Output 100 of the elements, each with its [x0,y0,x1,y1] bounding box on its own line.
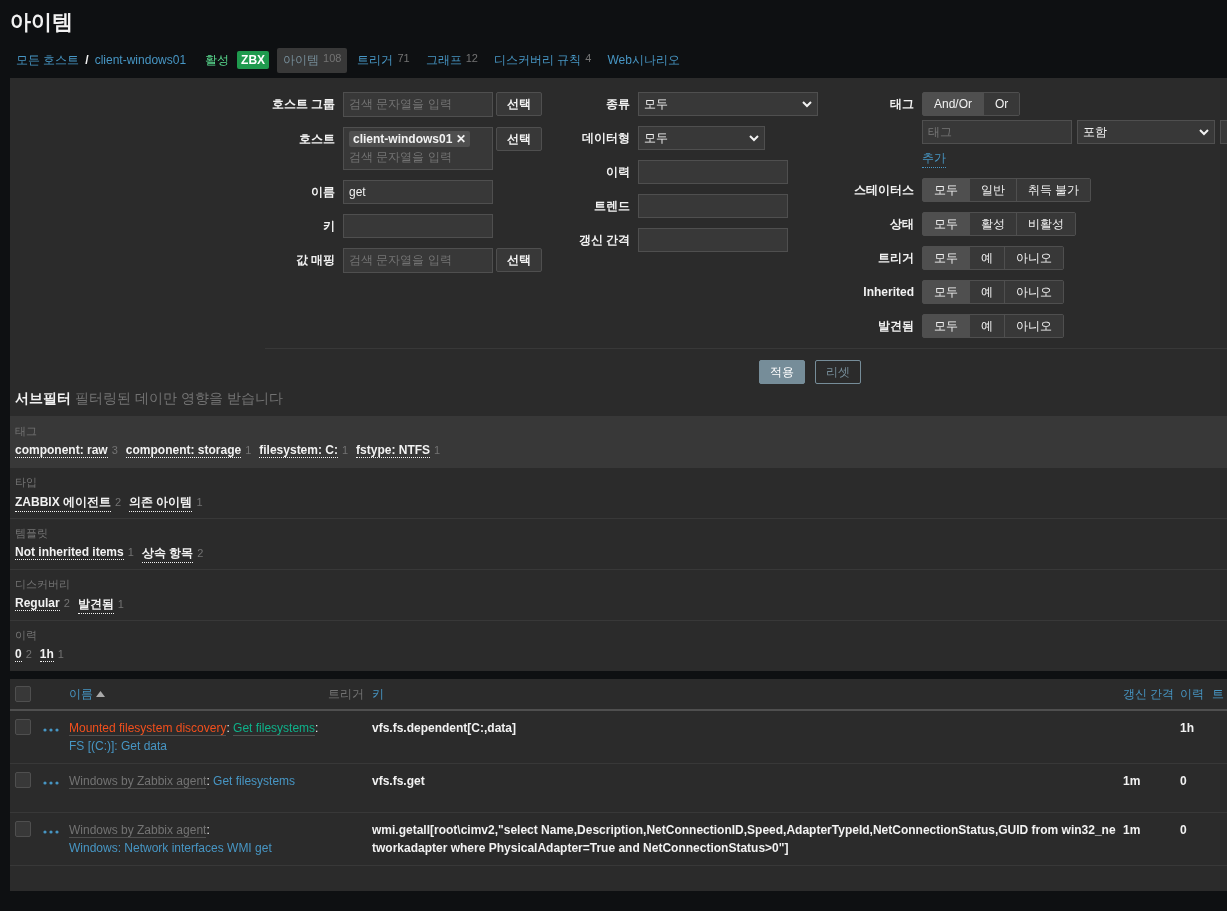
subfilter-link[interactable]: 상속 항목 [141,545,194,563]
column-header: 트리거 [328,685,364,703]
segment-option[interactable]: 모두 [923,315,969,337]
subfilter-group-label: 템플릿 [15,526,49,541]
text-field[interactable] [638,228,788,252]
filter-label: Inherited [862,284,914,301]
segment-option[interactable]: 일반 [969,179,1016,201]
subfilter-note: 필터링된 데이만 영향을 받습니다 [75,390,283,406]
subfilter-count: 1 [117,598,124,610]
item-name-link[interactable]: FS [(C:)]: Get data [69,739,168,753]
segment-option[interactable]: 모두 [923,213,969,235]
breadcrumb-link[interactable]: client-windows01 [94,53,187,67]
item-name-link[interactable]: Windows: Network interfaces WMI get [69,841,272,855]
column-header[interactable]: 이력 [1180,685,1204,703]
chip-label: client-windows01 [353,132,453,146]
remove-chip-button[interactable]: ✕ [456,132,467,146]
select-button[interactable]: 선택 [496,127,542,151]
subfilter-count: 1 [127,546,134,558]
nav-tab[interactable]: 디스커버리 규칙 4 [487,47,598,73]
agent-badge: ZBX [237,51,270,69]
filter-label: 상태 [889,216,914,233]
subfilter-link[interactable]: filesystem: C: [259,443,338,458]
segment-option[interactable]: 예 [969,281,1004,303]
add-link[interactable]: 추가 [922,150,946,168]
filter-label: 호스트 그룹 [270,96,335,113]
segment-option[interactable]: 아니오 [1004,281,1063,303]
subfilter-link[interactable]: 의존 아이템 [129,494,193,512]
subfilter-link[interactable]: component: raw [15,443,108,458]
column-header[interactable]: 키 [372,685,384,703]
segment-option[interactable]: 아니오 [1004,247,1063,269]
more-options-icon[interactable] [43,781,59,785]
segment-option[interactable]: 취득 불가 [1016,179,1091,201]
filter-label: 트렌드 [593,198,630,215]
chevron-down-icon [802,100,812,108]
item-key: wmi.getall[root\cimv2,"select Name,Description,NetConnectionID,Speed,AdapterTypeId,NetConnectionStatus,GUID from win32_networkadapter where PhysicalAdapter=True and NetConnectionStatus>0"] [372,823,1116,855]
row-checkbox[interactable] [15,719,31,735]
more-options-icon[interactable] [43,830,59,834]
status-label: 활성 [205,51,230,69]
subfilter-link[interactable]: fstype: NTFS [356,443,431,458]
item-name-link[interactable]: Get filesystems [213,774,296,788]
subfilter-link[interactable]: Regular [15,596,60,611]
subfilter-count: 1 [245,444,252,456]
nav-tab[interactable]: Web시나리오 [601,47,686,73]
reset-button[interactable]: 리셋 [815,360,861,384]
filter-label: 값 매핑 [294,252,335,269]
filter-label: 트리거 [877,250,914,267]
more-options-icon[interactable] [43,728,59,732]
text-field[interactable]: get [343,180,493,204]
filter-label: 스테이터스 [853,182,914,199]
nav-tab[interactable]: 트리거 71 [351,47,416,73]
segment-option[interactable]: 비활성 [1016,213,1075,235]
segment-option[interactable]: Or [983,93,1020,115]
select-dropdown[interactable]: 모두 [638,126,765,150]
column-header[interactable]: 이름 [69,685,105,703]
row-checkbox[interactable] [15,772,31,788]
filter-label: 이름 [310,184,335,201]
subfilter-link[interactable]: 1h [39,647,54,662]
item-key: vfs.fs.dependent[C:,data] [372,721,516,735]
column-header[interactable]: 갱신 간격 [1123,685,1175,703]
select-button[interactable]: 선택 [496,248,542,272]
segment-option[interactable]: 모두 [923,179,969,201]
subfilter-count: 2 [63,597,70,609]
subfilter-count: 3 [111,444,118,456]
text-field[interactable] [638,160,788,184]
segment-option[interactable]: And/Or [923,93,983,115]
segment-option[interactable]: 모두 [923,281,969,303]
row-checkbox[interactable] [15,821,31,837]
text-field[interactable] [343,214,493,238]
select-button[interactable]: 선택 [496,92,542,116]
subfilter-group-label: 이력 [15,628,38,643]
subfilter-link[interactable]: component: storage [125,443,242,458]
subfilter-title: 서브필터 [15,390,71,406]
subfilter-link[interactable]: 0 [15,647,22,662]
segment-option[interactable]: 활성 [969,213,1016,235]
filter-label: 키 [322,218,335,235]
history-value: 1h [1180,721,1194,735]
nav-tab[interactable]: 그래프 12 [419,47,484,73]
segment-option[interactable]: 예 [969,247,1004,269]
subfilter-link[interactable]: 발견됨 [77,596,114,614]
item-key: vfs.fs.get [372,774,425,788]
select-all-checkbox[interactable] [15,686,31,702]
segment-option[interactable]: 아니오 [1004,315,1063,337]
breadcrumb-link[interactable]: 모든 호스트 [16,51,80,69]
update-interval: 1m [1123,774,1141,788]
subfilter-link[interactable]: ZABBIX 에이전트 [15,494,111,512]
column-header[interactable]: 트 [1212,685,1224,703]
segment-option[interactable]: 모두 [923,247,969,269]
chevron-down-icon [749,134,759,142]
subfilter-count: 2 [197,547,204,559]
select-dropdown[interactable]: 모두 [638,92,818,116]
filter-label: 발견됨 [877,318,914,335]
subfilter-count: 1 [196,496,203,508]
page-title: 아이템 [9,9,74,35]
segment-option[interactable]: 예 [969,315,1004,337]
subfilter-count: 1 [57,648,64,660]
subfilter-count: 2 [115,496,122,508]
subfilter-link[interactable]: Not inherited items [15,545,124,560]
operator-dropdown[interactable]: 포함 [1077,120,1215,144]
update-interval: 1m [1123,823,1141,837]
text-field[interactable] [638,194,788,218]
